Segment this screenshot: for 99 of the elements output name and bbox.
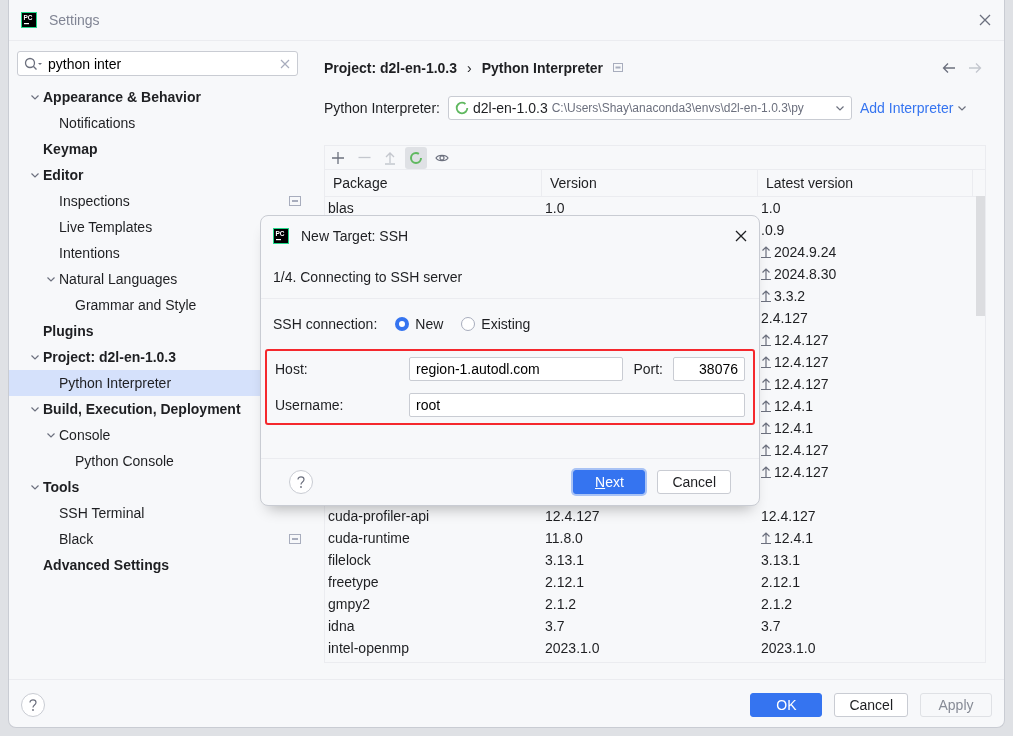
table-cell: 12.4.127 (774, 376, 829, 392)
table-cell: 3.3.2 (774, 288, 806, 304)
step-title: 1/4. Connecting to SSH server (273, 269, 463, 285)
table-cell: 12.4.127 (774, 442, 829, 458)
table-cell-text: idna (327, 618, 356, 634)
radio-button[interactable] (395, 317, 410, 331)
dialog-title: New Target: SSH (301, 228, 410, 244)
chevron-icon[interactable] (30, 404, 40, 414)
sidebar-item[interactable]: Advanced Settings (9, 552, 306, 578)
chevron-icon[interactable] (30, 352, 40, 362)
table-cell: 12.4.127 (774, 464, 829, 480)
clear-icon[interactable] (280, 59, 290, 69)
table-cell: 12.4.1 (774, 420, 813, 436)
table-cell-text: 2.12.1 (544, 574, 585, 590)
table-cell: 2.4.127 (761, 310, 808, 326)
table-cell: .0.9 (761, 222, 785, 238)
table-cell: 2024.8.30 (774, 266, 837, 282)
table-cell: 3.7 (761, 618, 781, 634)
spinner-icon (409, 150, 423, 165)
radio-button[interactable] (461, 317, 476, 331)
close-icon[interactable] (735, 230, 747, 242)
username-field[interactable]: root (409, 393, 745, 417)
table-cell: 12.4.127 (761, 508, 816, 524)
dropdown-chevron-icon (834, 103, 845, 113)
column-header[interactable]: Latest version (758, 170, 973, 196)
interpreter-dropdown[interactable]: d2l-en-1.0.3 C:\Users\Shay\anaconda3\envs\d2l-en-1.0.3\py (447, 96, 852, 120)
table-cell-text: 2.1.2 (544, 596, 578, 612)
table-cell-text: filelock (327, 552, 372, 568)
sidebar-item[interactable]: Editor (9, 162, 306, 188)
help-button[interactable] (289, 470, 313, 494)
table-cell: 2.12.1 (761, 574, 800, 590)
table-cell: 12.4.1 (774, 398, 813, 414)
table-cell: 12.4.127 (774, 354, 829, 370)
window-title: Settings (49, 12, 101, 28)
field-label: Python Interpreter: (324, 100, 440, 116)
eye-icon (435, 152, 449, 163)
chevron-icon (957, 103, 968, 113)
sidebar-item[interactable]: Keymap (9, 136, 306, 162)
table-cell-text: 3.7 (544, 618, 566, 634)
table-cell: 2.1.2 (761, 596, 793, 612)
dialog-button[interactable]: Cancel (657, 470, 731, 494)
remove-icon (357, 156, 371, 159)
radio-option[interactable]: New (395, 316, 444, 332)
dialog-button[interactable]: Cancel (834, 693, 908, 717)
sidebar-item[interactable]: Console (9, 422, 306, 448)
table-cell: 12.4.1 (774, 530, 813, 546)
spinner-icon (454, 101, 469, 115)
column-header[interactable]: Package (325, 170, 542, 196)
radio-option[interactable]: Existing (461, 316, 531, 332)
project-level-icon (613, 63, 626, 73)
table-cell-text: intel-openmp (327, 640, 410, 656)
scrollbar[interactable] (976, 196, 985, 316)
breadcrumb-item[interactable]: Project: d2l-en-1.0.3 (324, 60, 458, 76)
table-cell-text: 2023.1.0 (544, 640, 601, 656)
chevron-icon[interactable] (30, 92, 40, 102)
host-field[interactable]: region-1.autodl.com (409, 357, 624, 381)
sidebar-item[interactable]: Tools (9, 474, 306, 500)
dialog-button[interactable]: Next (573, 470, 646, 494)
port-field[interactable]: 38076 (673, 357, 745, 381)
table-cell: 12.4.127 (774, 332, 829, 348)
table-cell: 3.13.1 (761, 552, 800, 568)
column-header[interactable]: Version (542, 170, 758, 196)
search-field[interactable]: python inter (17, 51, 298, 76)
table-cell: 2024.9.24 (774, 244, 837, 260)
question-mark-icon (28, 698, 38, 712)
table-cell-text: 3.13.1 (544, 552, 585, 568)
table-cell-text: freetype (327, 574, 380, 590)
breadcrumb-separator: › (467, 60, 472, 76)
sidebar-item[interactable]: Notifications (9, 110, 306, 136)
field-label: SSH connection: (273, 316, 378, 332)
table-cell-text: 11.8.0 (544, 530, 584, 546)
table-cell: 1.0 (761, 200, 781, 216)
chevron-icon[interactable] (46, 274, 56, 284)
table-cell-text: blas (327, 200, 355, 216)
help-button[interactable] (21, 693, 45, 717)
sidebar-item[interactable]: SSH Terminal (9, 500, 306, 526)
table-cell-text: gmpy2 (327, 596, 372, 612)
question-mark-icon (296, 475, 306, 489)
table-cell: 2023.1.0 (761, 640, 816, 656)
sidebar-item[interactable]: Inspections (9, 188, 306, 214)
field-label: Username: (275, 397, 345, 413)
table-cell-text: cuda-profiler-api (327, 508, 431, 524)
chevron-icon[interactable] (46, 430, 56, 440)
breadcrumb-item[interactable]: Python Interpreter (481, 60, 604, 76)
field-label: Port: (633, 361, 663, 377)
table-cell-text: 12.4.127 (544, 508, 601, 524)
back-arrow-icon[interactable] (942, 62, 956, 74)
chevron-icon[interactable] (30, 170, 40, 180)
dialog-button[interactable]: OK (750, 693, 823, 717)
table-cell-text: 1.0 (544, 200, 566, 216)
table-cell-text: cuda-runtime (327, 530, 411, 546)
add-icon (331, 150, 345, 165)
upgrade-icon (383, 150, 397, 165)
add-interpreter-link[interactable]: Add Interpreter (859, 100, 968, 116)
sidebar-item[interactable]: Black (9, 526, 306, 552)
search-icon (24, 57, 42, 71)
chevron-icon[interactable] (30, 482, 40, 492)
sidebar-item[interactable]: Appearance & Behavior (9, 84, 306, 110)
toolbar-button[interactable] (405, 146, 427, 169)
